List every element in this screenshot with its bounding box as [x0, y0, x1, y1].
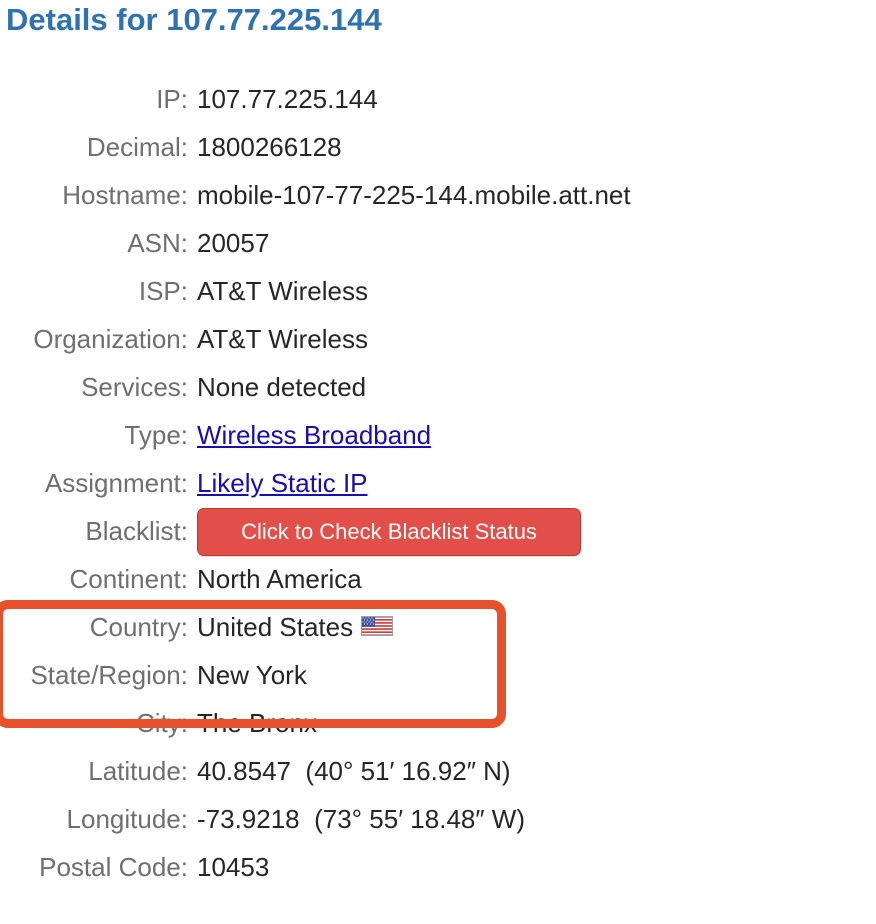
row-assignment: Assignment: Likely Static IP	[0, 459, 876, 507]
row-longitude: Longitude: -73.9218 (73° 55′ 18.48″ W)	[0, 795, 876, 843]
row-postal-code: Postal Code: 10453	[0, 843, 876, 891]
check-blacklist-button[interactable]: Click to Check Blacklist Status	[197, 508, 581, 556]
row-country: Country: United States	[0, 603, 876, 651]
services-value: None detected	[197, 372, 367, 402]
type-link[interactable]: Wireless Broadband	[197, 420, 431, 450]
continent-value: North America	[197, 564, 362, 594]
row-asn: ASN: 20057	[0, 219, 876, 267]
assignment-value: Likely Static IP	[197, 459, 368, 507]
hostname-value: mobile-107-77-225-144.mobile.att.net	[197, 180, 631, 210]
isp-label: ISP:	[138, 276, 188, 306]
isp-value: AT&T Wireless	[197, 276, 368, 306]
row-organization: Organization: AT&T Wireless	[0, 315, 876, 363]
row-type: Type: Wireless Broadband	[0, 411, 876, 459]
row-isp: ISP: AT&T Wireless	[0, 267, 876, 315]
decimal-value: 1800266128	[197, 132, 342, 162]
country-value: United States	[197, 612, 354, 642]
row-hostname: Hostname: mobile-107-77-225-144.mobile.a…	[0, 171, 876, 219]
services-label: Services:	[81, 372, 188, 402]
ip-details-table: IP: 107.77.225.144 Decimal: 1800266128 H…	[0, 75, 876, 891]
asn-value: 20057	[197, 228, 270, 258]
postal-code-value: 10453	[197, 852, 270, 882]
organization-value: AT&T Wireless	[197, 324, 368, 354]
country-value-wrap: United States	[197, 603, 394, 651]
us-flag-icon	[361, 603, 394, 651]
row-services: Services: None detected	[0, 363, 876, 411]
city-label: City:	[136, 708, 188, 738]
continent-label: Continent:	[69, 564, 188, 594]
decimal-label: Decimal:	[86, 132, 188, 162]
hostname-label: Hostname:	[62, 180, 188, 210]
ip-value: 107.77.225.144	[197, 84, 378, 114]
row-city: City: The Bronx	[0, 699, 876, 747]
city-value: The Bronx	[197, 708, 317, 738]
blacklist-label: Blacklist:	[85, 516, 188, 546]
longitude-value: -73.9218 (73° 55′ 18.48″ W)	[197, 804, 525, 834]
type-value: Wireless Broadband	[197, 411, 431, 459]
state-region-label: State/Region:	[30, 660, 188, 690]
page-title: Details for 107.77.225.144	[6, 2, 382, 37]
row-state-region: State/Region: New York	[0, 651, 876, 699]
postal-code-label: Postal Code:	[39, 852, 188, 882]
assignment-link[interactable]: Likely Static IP	[197, 468, 368, 498]
asn-label: ASN:	[127, 228, 188, 258]
type-label: Type:	[124, 420, 188, 450]
assignment-label: Assignment:	[44, 468, 188, 498]
longitude-label: Longitude:	[66, 804, 188, 834]
state-region-value: New York	[197, 660, 307, 690]
row-ip: IP: 107.77.225.144	[0, 75, 876, 123]
row-latitude: Latitude: 40.8547 (40° 51′ 16.92″ N)	[0, 747, 876, 795]
latitude-label: Latitude:	[88, 756, 188, 786]
row-continent: Continent: North America	[0, 555, 876, 603]
country-label: Country:	[89, 612, 188, 642]
organization-label: Organization:	[33, 324, 188, 354]
ip-label: IP:	[156, 84, 188, 114]
row-decimal: Decimal: 1800266128	[0, 123, 876, 171]
row-blacklist: Blacklist: Click to Check Blacklist Stat…	[0, 507, 876, 556]
latitude-value: 40.8547 (40° 51′ 16.92″ N)	[197, 756, 511, 786]
